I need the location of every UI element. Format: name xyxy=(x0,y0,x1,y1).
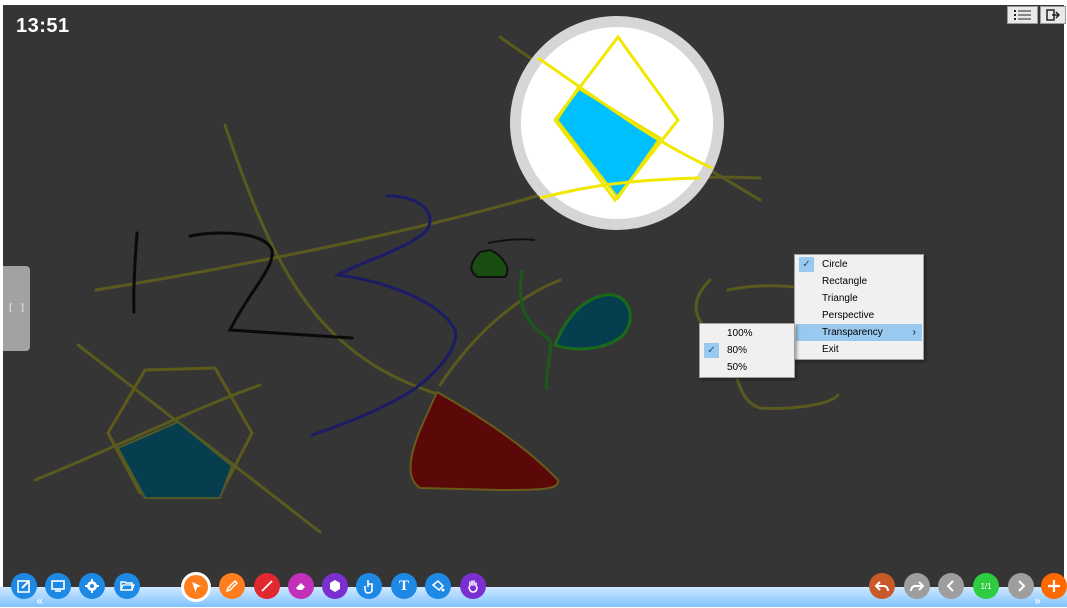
stroke-line xyxy=(726,284,796,292)
chevron-right-icon xyxy=(1018,580,1026,592)
page-indicator: 1/1 xyxy=(980,581,992,591)
red-shape xyxy=(409,390,560,492)
menu-item-triangle[interactable]: Triangle xyxy=(796,290,922,307)
exit-icon xyxy=(1046,9,1060,21)
page-indicator-button[interactable]: 1/1 xyxy=(973,573,999,599)
shape-icon xyxy=(330,580,340,592)
screen-button[interactable] xyxy=(45,573,71,599)
clock: 13:51 xyxy=(16,15,70,37)
exit-button[interactable] xyxy=(1040,6,1066,24)
redo-icon xyxy=(910,581,925,592)
plus-icon xyxy=(1048,580,1060,592)
menu-button[interactable] xyxy=(1007,6,1038,24)
chevron-left-icon xyxy=(946,580,954,592)
undo-button[interactable] xyxy=(869,573,895,599)
menu-item-label: 50% xyxy=(727,362,748,373)
menu-item-label: Triangle xyxy=(822,293,858,304)
line-tool-button[interactable] xyxy=(254,573,280,599)
settings-button[interactable] xyxy=(79,573,105,599)
pen-icon xyxy=(225,579,239,593)
menu-item-label: Transparency xyxy=(822,327,883,338)
open-folder-button[interactable] xyxy=(114,573,140,599)
line-icon xyxy=(261,580,273,592)
menu-item-label: 80% xyxy=(727,345,748,356)
list-icon xyxy=(1013,10,1031,20)
hand-tool-button[interactable] xyxy=(460,573,486,599)
add-page-button[interactable] xyxy=(1041,573,1067,599)
select-pointer-icon xyxy=(192,582,201,592)
menu-item-label: Rectangle xyxy=(822,276,868,287)
stroke-curve xyxy=(518,269,552,391)
menu-item-circle[interactable]: ✓ Circle xyxy=(796,256,922,273)
menu-item-rectangle[interactable]: Rectangle xyxy=(796,273,922,290)
next-page-button[interactable] xyxy=(1008,573,1034,599)
menu-item-50[interactable]: 50% xyxy=(701,359,793,376)
stroke-line xyxy=(487,238,536,244)
menu-item-exit[interactable]: Exit xyxy=(796,341,922,358)
edit-icon xyxy=(17,580,30,593)
collapse-right-icon[interactable]: » xyxy=(1034,594,1041,608)
touch-tool-button[interactable] xyxy=(356,573,382,599)
pen-tool-button[interactable] xyxy=(219,573,245,599)
menu-item-label: Circle xyxy=(822,259,848,270)
eraser-tool-button[interactable] xyxy=(288,573,314,599)
menu-item-transparency[interactable]: Transparency › xyxy=(796,324,922,341)
menu-item-label: Perspective xyxy=(822,310,875,321)
context-menu: ✓ Circle Rectangle Triangle Perspective … xyxy=(794,254,924,360)
redo-button[interactable] xyxy=(904,573,930,599)
previous-page-button[interactable] xyxy=(938,573,964,599)
check-icon: ✓ xyxy=(799,257,814,272)
text-icon: T xyxy=(398,577,409,594)
green-blob-shape xyxy=(470,248,509,278)
collapse-left-icon[interactable]: « xyxy=(36,594,43,608)
leaf-shape xyxy=(553,293,632,351)
touch-icon xyxy=(364,580,373,594)
gear-icon xyxy=(85,579,99,593)
menu-item-label: 100% xyxy=(727,328,753,339)
eraser-icon xyxy=(296,583,305,590)
fill-tool-button[interactable] xyxy=(425,573,451,599)
menu-item-100[interactable]: 100% xyxy=(701,325,793,342)
screen-icon xyxy=(51,580,65,592)
side-handle-label: [ ] xyxy=(7,303,26,314)
menu-item-label: Exit xyxy=(822,344,839,355)
menu-item-80[interactable]: ✓ 80% xyxy=(701,342,793,359)
transparency-submenu: 100% ✓ 80% 50% xyxy=(699,323,795,378)
submenu-arrow-icon: › xyxy=(912,327,916,338)
undo-icon xyxy=(874,581,889,592)
hand-icon xyxy=(468,580,478,593)
folder-icon xyxy=(120,581,135,591)
side-handle[interactable]: [ ] xyxy=(3,266,30,351)
text-tool-button[interactable]: T xyxy=(391,573,417,599)
menu-item-perspective[interactable]: Perspective xyxy=(796,307,922,324)
edit-button[interactable] xyxy=(11,573,37,599)
shape-tool-button[interactable] xyxy=(322,573,348,599)
fill-bucket-icon xyxy=(431,579,445,592)
select-tool-button[interactable] xyxy=(181,572,211,602)
check-icon: ✓ xyxy=(704,343,719,358)
